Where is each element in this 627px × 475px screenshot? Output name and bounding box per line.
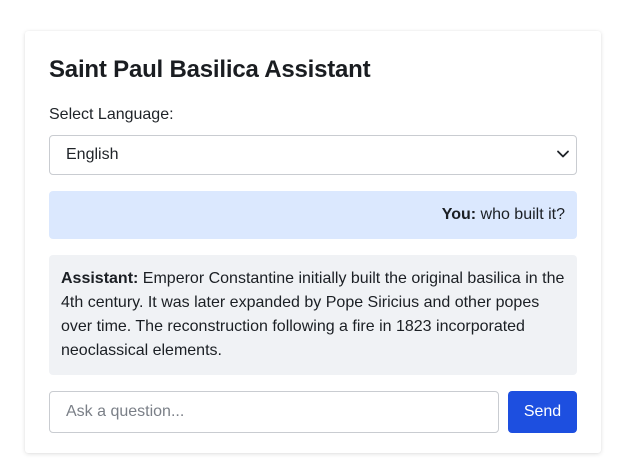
- user-message-speaker: You:: [441, 206, 477, 223]
- page-title: Saint Paul Basilica Assistant: [49, 56, 371, 83]
- composer: Send: [49, 391, 577, 433]
- send-button[interactable]: Send: [508, 391, 577, 433]
- question-input[interactable]: [49, 391, 499, 433]
- chevron-down-icon: [557, 150, 569, 158]
- user-message: You: who built it?: [49, 191, 577, 239]
- language-select-value: English: [66, 146, 119, 163]
- assistant-message: Assistant: Emperor Constantine initially…: [49, 255, 577, 375]
- user-message-text: who built it?: [476, 206, 566, 223]
- language-label: Select Language:: [49, 106, 174, 123]
- assistant-message-speaker: Assistant:: [61, 270, 139, 287]
- assistant-card: Saint Paul Basilica Assistant Select Lan…: [25, 31, 601, 453]
- language-select[interactable]: English: [49, 135, 577, 175]
